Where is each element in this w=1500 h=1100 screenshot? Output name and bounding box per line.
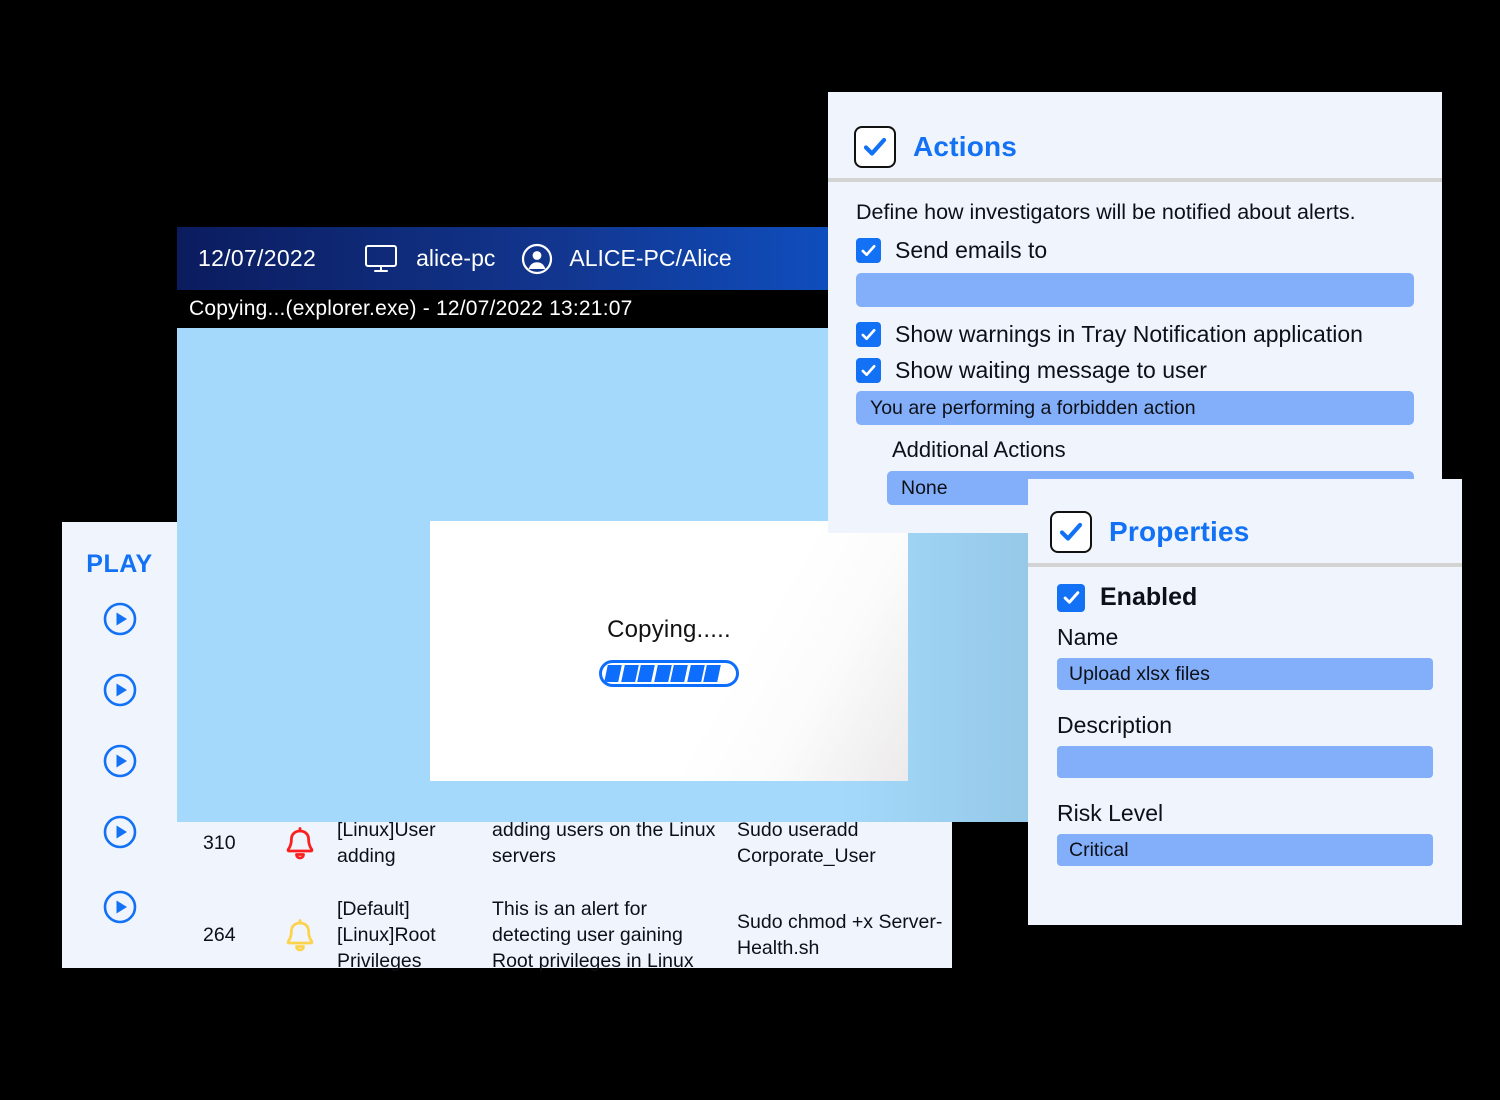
copying-label: Copying..... [607, 615, 731, 643]
show-warnings-label: Show warnings in Tray Notification appli… [895, 321, 1363, 347]
screenshot-root: PLAY 310 [Linux]User adding adding users… [0, 0, 1500, 1100]
description-label: Description [1057, 712, 1173, 738]
enabled-row: Enabled [1057, 583, 1433, 612]
alert-command: Sudo useradd Corporate_User [737, 819, 876, 867]
send-emails-input[interactable] [856, 273, 1414, 307]
progress-segment [686, 664, 705, 682]
play-button-3[interactable] [102, 743, 138, 779]
alert-name: [Default][Linux]Root Privileges [337, 898, 436, 972]
properties-panel-body: Enabled Name Upload xlsx files Descripti… [1028, 567, 1462, 866]
severity-bell-icon-warning [262, 919, 337, 952]
progress-segment [620, 664, 639, 682]
actions-hint-text: Define how investigators will be notifie… [856, 200, 1356, 224]
show-waiting-label: Show waiting message to user [895, 357, 1207, 383]
alert-name: [Linux]User adding [337, 819, 436, 867]
send-emails-label: Send emails to [895, 237, 1048, 263]
enabled-checkbox[interactable] [1057, 583, 1085, 612]
send-emails-row: Send emails to [856, 237, 1414, 264]
properties-panel-title: Properties [1109, 516, 1250, 547]
severity-bell-icon-critical [262, 827, 337, 860]
actions-panel-title: Actions [913, 131, 1018, 162]
progress-segment [670, 664, 688, 682]
actions-panel-header: Actions [828, 92, 1442, 178]
play-button-5[interactable] [102, 889, 138, 925]
alert-command: Sudo chmod +x Server-Health.sh [737, 910, 943, 959]
play-button-2[interactable] [102, 672, 138, 708]
play-column-header: PLAY [86, 550, 153, 578]
session-date: 12/07/2022 [198, 245, 317, 271]
user-account: ALICE-PC/Alice [569, 245, 732, 271]
alert-id: 310 [203, 831, 236, 854]
alert-description: This is an alert for detecting user gain… [492, 898, 694, 972]
play-column: PLAY [62, 522, 177, 968]
table-row[interactable]: 310 [Linux]User adding adding users on t… [177, 818, 952, 870]
risk-level-label: Risk Level [1057, 800, 1164, 826]
actions-panel-body: Define how investigators will be notifie… [828, 182, 1442, 505]
user-avatar-icon [521, 243, 553, 275]
properties-panel: Properties Enabled Name Upload xlsx file… [1028, 479, 1462, 925]
host-name: alice-pc [416, 245, 496, 271]
actions-enable-checkbox[interactable] [854, 126, 896, 168]
alert-description: adding users on the Linux servers [492, 819, 716, 867]
progress-segment [637, 664, 655, 682]
progress-segment [604, 664, 622, 682]
send-emails-checkbox[interactable] [856, 238, 881, 263]
properties-panel-header: Properties [1028, 479, 1462, 563]
additional-actions-label: Additional Actions [892, 437, 1066, 462]
play-button-4[interactable] [102, 814, 138, 850]
properties-enable-checkbox[interactable] [1050, 511, 1092, 553]
show-warnings-row: Show warnings in Tray Notification appli… [856, 321, 1414, 348]
risk-level-select[interactable]: Critical [1057, 834, 1433, 866]
show-warnings-checkbox[interactable] [856, 322, 881, 347]
copying-dialog: Copying..... [430, 521, 908, 781]
progress-segment [653, 664, 672, 682]
name-input[interactable]: Upload xlsx files [1057, 658, 1433, 690]
monitor-icon [364, 244, 398, 274]
table-row[interactable]: 264 [Default][Linux]Root Privileges This… [177, 897, 952, 975]
show-waiting-row: Show waiting message to user [856, 357, 1414, 384]
name-label: Name [1057, 624, 1119, 650]
alert-id: 264 [203, 923, 236, 946]
play-button-1[interactable] [102, 601, 138, 637]
description-input[interactable] [1057, 746, 1433, 778]
actions-panel: Actions Define how investigators will be… [828, 92, 1442, 533]
show-waiting-checkbox[interactable] [856, 358, 881, 383]
enabled-label: Enabled [1100, 583, 1198, 611]
waiting-message-input[interactable]: You are performing a forbidden action [856, 391, 1414, 425]
copy-progress-bar [599, 659, 739, 687]
progress-segment [703, 664, 721, 682]
